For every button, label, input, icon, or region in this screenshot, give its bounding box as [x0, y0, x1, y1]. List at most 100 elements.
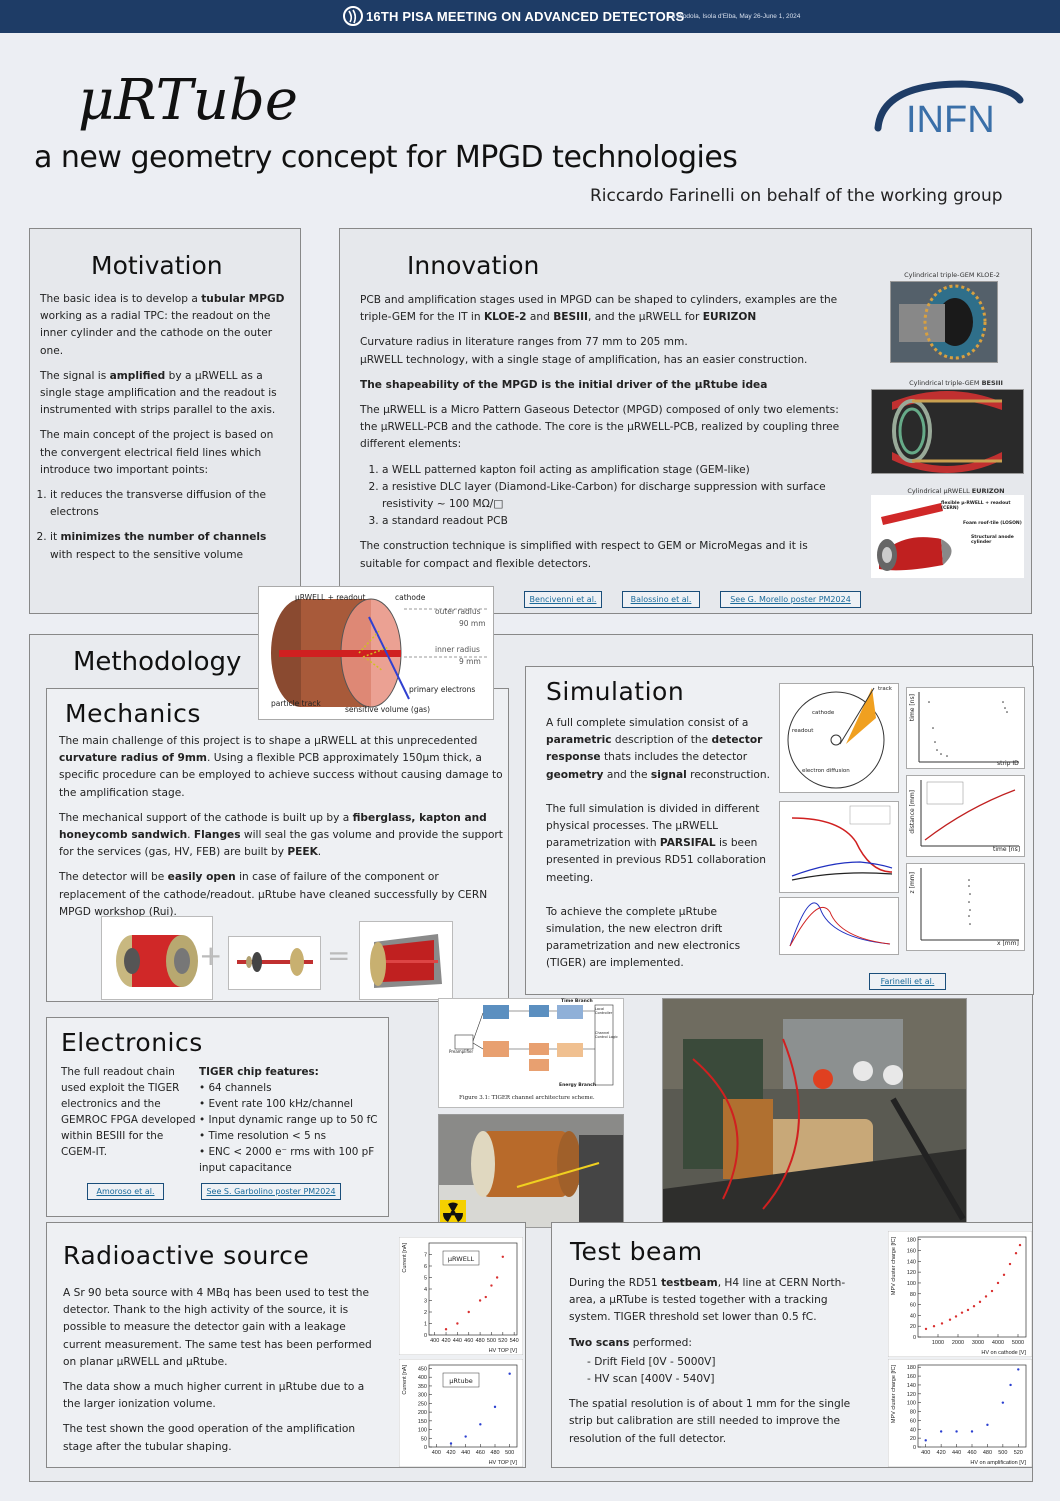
y-tick-label: 400 — [418, 1375, 427, 1381]
conference-subtitle: La Biodola, Isola d'Elba, May 26-June 1,… — [668, 13, 801, 20]
data-point — [955, 1430, 958, 1433]
electronics-section: Electronics The full readout chain used … — [46, 1017, 389, 1217]
y-tick-label: 0 — [424, 1333, 427, 1339]
methodology-title: Methodology — [73, 647, 242, 677]
sim-label-electron-diffusion: electron diffusion — [802, 768, 850, 774]
y-tick-label: 60 — [910, 1303, 916, 1309]
svg-text:INFN: INFN — [906, 99, 995, 141]
motivation-body: The basic idea is to develop a tubular M… — [40, 291, 292, 564]
data-point — [948, 1318, 952, 1321]
simulation-geometry-diagram: track cathode readout electron diffusion — [779, 683, 899, 793]
y-tick-label: 180 — [907, 1238, 916, 1244]
tiger-feature-5: • ENC < 2000 e⁻ rms with 100 pF input ca… — [199, 1146, 375, 1174]
x-axis-label: HV TOP [V] — [489, 1348, 518, 1354]
plot-label-distance: distance [mm] — [909, 790, 916, 834]
scan-item-1: Drift Field [0V - 5000V] — [587, 1354, 865, 1371]
data-point — [984, 1295, 988, 1298]
simulation-zx-plot: z [mm] x [mm] — [906, 863, 1025, 951]
motivation-point-1: it reduces the transverse diffusion of t… — [50, 487, 292, 521]
urtube-schematic: μRWELL + readout cathode outer radius 90… — [258, 586, 494, 720]
electronics-body: The full readout chain used exploit the … — [61, 1066, 196, 1158]
schematic-label-primary-electrons: primary electrons — [409, 685, 476, 694]
tiger-label-energy-branch: Energy Branch — [559, 1083, 597, 1088]
eurizon-render: flexible μ-RWELL + readout (CERN) Foam r… — [871, 495, 1024, 578]
x-tick-label: 460 — [476, 1450, 485, 1456]
y-tick-label: 140 — [907, 1383, 916, 1389]
x-tick-label: 400 — [921, 1450, 930, 1456]
electronics-title: Electronics — [61, 1028, 203, 1057]
plus-sign: + — [199, 939, 223, 972]
current-plot-urtube: 400 420 440 460 480 500 0 50 100 150 200 250 300 350 4… — [399, 1359, 523, 1467]
sim-label-track: track — [878, 686, 892, 692]
x-tick-label: 540 — [510, 1338, 519, 1344]
y-tick-label: 5 — [424, 1276, 427, 1282]
simulation-time-strip-plot: time [ns] strip ID — [906, 687, 1025, 769]
y-axis-label: MPV cluster charge [fC] — [891, 1237, 897, 1296]
eurizon-label-3: Structural anode cylinder — [971, 535, 1014, 545]
ref-amoroso[interactable]: Amoroso et al. — [87, 1183, 164, 1200]
data-point — [986, 1423, 989, 1427]
sim-label-readout: readout — [792, 728, 814, 734]
data-point — [1009, 1383, 1012, 1387]
data-point — [1017, 1368, 1020, 1371]
test-beam-photo — [662, 998, 967, 1228]
y-tick-label: 0 — [913, 1335, 916, 1341]
conference-logo-icon — [343, 6, 363, 26]
x-tick-label: 2000 — [952, 1340, 964, 1346]
besiii-cgem-render — [871, 389, 1024, 474]
data-point — [939, 1430, 943, 1433]
y-tick-label: 20 — [910, 1324, 916, 1330]
y-tick-label: 20 — [910, 1436, 916, 1442]
conference-title: 16TH PISA MEETING ON ADVANCED DETECTORS — [366, 9, 685, 24]
infn-logo: INFN — [870, 76, 1026, 146]
data-point — [1018, 1243, 1022, 1247]
ref-farinelli[interactable]: Farinelli et al. — [869, 973, 946, 990]
tiger-architecture-diagram: Time Branch Energy Branch Preamplifier C… — [438, 998, 624, 1108]
ref-bencivenni[interactable]: Bencivenni et al. — [524, 591, 602, 608]
y-tick-label: 7 — [424, 1253, 427, 1259]
ref-morello[interactable]: See G. Morello poster PM2024 — [720, 591, 861, 608]
tiger-features-title: TIGER chip features: — [199, 1066, 319, 1078]
tiger-feature-1: • 64 channels — [199, 1082, 272, 1094]
equals-sign: = — [327, 939, 351, 972]
innovation-title: Innovation — [407, 251, 540, 280]
data-point — [932, 1324, 936, 1328]
besiii-caption: Cylindrical triple-GEM BESIII — [909, 379, 1003, 387]
data-point — [467, 1310, 470, 1314]
data-point — [456, 1322, 459, 1325]
data-point — [978, 1300, 982, 1304]
y-tick-label: 180 — [907, 1365, 916, 1371]
data-point — [478, 1299, 482, 1302]
data-point — [990, 1289, 994, 1293]
kloe2-cgem-photo — [890, 281, 998, 363]
ref-garbolino[interactable]: See S. Garbolino poster PM2024 — [201, 1183, 341, 1200]
y-tick-label: 120 — [907, 1392, 916, 1398]
y-tick-label: 40 — [910, 1313, 916, 1319]
motivation-point-2: it minimizes the number of channels with… — [50, 529, 292, 563]
charge-vs-drift-plot: 1000 2000 3000 4000 5000 0 20 40 60 80 100 120 140 16… — [888, 1231, 1032, 1357]
x-tick-label: 520 — [1014, 1450, 1023, 1456]
x-tick-label: 440 — [461, 1450, 470, 1456]
schematic-label-outer-value: 90 mm — [459, 619, 486, 628]
scan-item-2: HV scan [400V - 540V] — [587, 1371, 865, 1388]
tiger-label-control-logic: Channel Control Logic — [595, 1031, 618, 1039]
data-point — [495, 1276, 499, 1279]
innovation-item-3: a standard readout PCB — [382, 513, 850, 530]
tiger-features: TIGER chip features: • 64 channels • Eve… — [199, 1064, 385, 1176]
current-plot-urwell: 400 420 440 460 480 500 520 540 0 1 2 3 4 5 6 7 HV TOP [… — [399, 1237, 523, 1355]
y-tick-label: 140 — [907, 1259, 916, 1265]
data-point — [490, 1284, 493, 1287]
x-tick-label: 480 — [476, 1338, 485, 1344]
data-point — [1001, 1401, 1005, 1404]
schematic-label-inner-value: 9 mm — [459, 657, 481, 666]
y-tick-label: 160 — [907, 1249, 916, 1255]
schematic-label-outer-radius: outer radius — [435, 607, 481, 616]
motivation-section: Motivation The basic idea is to develop … — [29, 228, 301, 614]
data-point — [924, 1439, 927, 1442]
ref-balossino[interactable]: Balossino et al. — [622, 591, 700, 608]
x-tick-label: 3000 — [972, 1340, 984, 1346]
x-tick-label: 480 — [490, 1450, 499, 1456]
data-point — [449, 1442, 453, 1445]
plot-label-strip: strip ID — [997, 760, 1019, 767]
y-tick-label: 120 — [907, 1270, 916, 1276]
